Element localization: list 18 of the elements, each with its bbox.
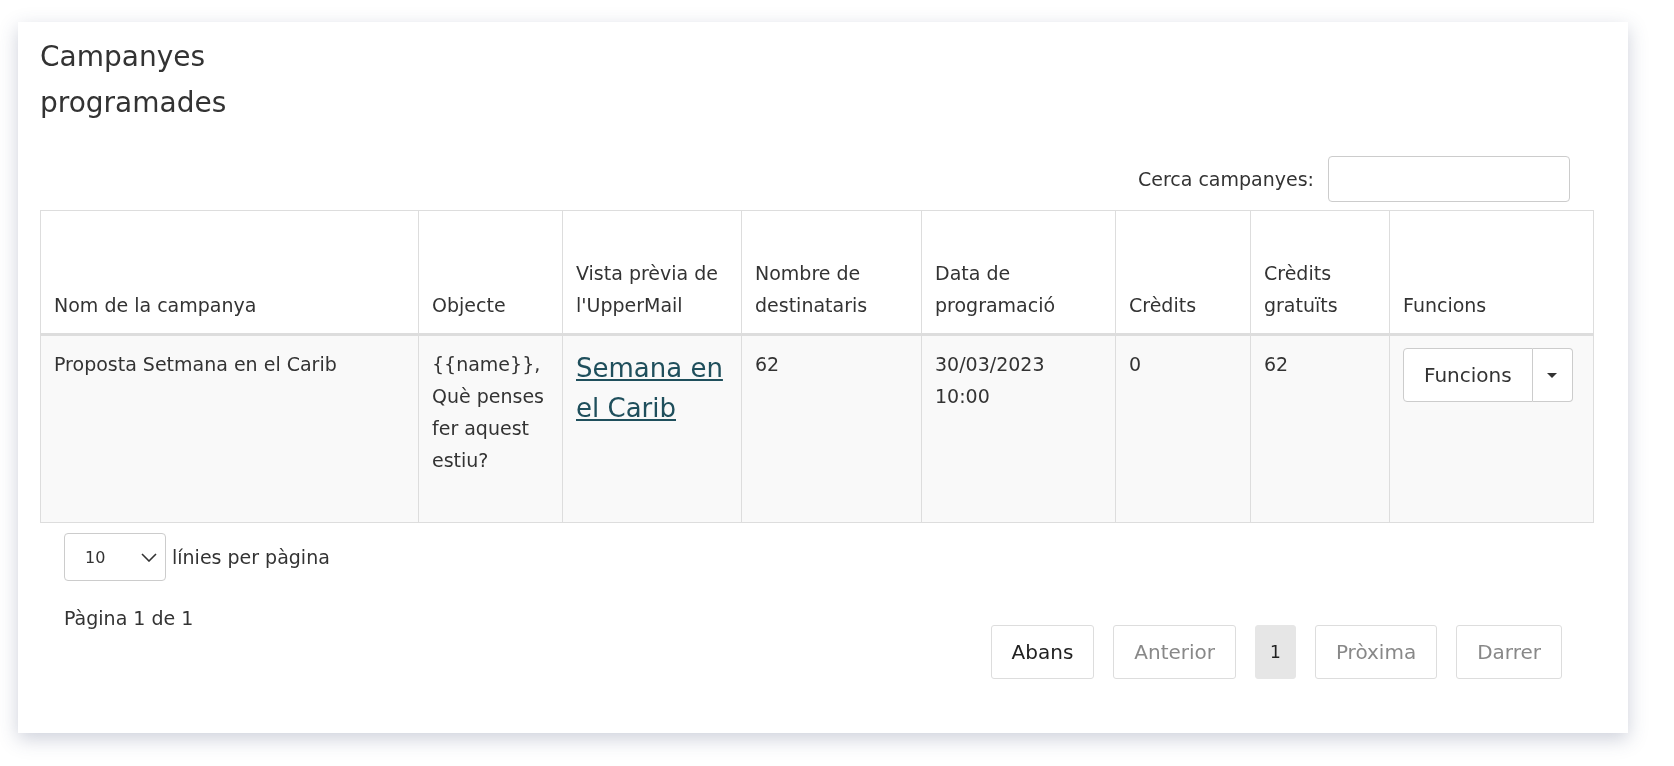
functions-button[interactable]: Funcions: [1403, 348, 1533, 402]
dropdown-toggle[interactable]: [1532, 348, 1573, 402]
caret-icon: [1547, 372, 1558, 378]
table-cell: 62: [741, 334, 922, 523]
table-cell: {{name}}, Què penses fer aquest estiu?: [418, 334, 563, 523]
table-cell: 30/03/2023 10:00: [921, 334, 1116, 523]
search-field[interactable]: [1328, 156, 1570, 202]
page-number-button[interactable]: 1: [1255, 625, 1296, 679]
table-cell: 0: [1115, 334, 1251, 523]
page-size-label: línies per pàgina: [172, 546, 330, 568]
page-title: Campanyes programades: [40, 39, 228, 121]
pagination-button[interactable]: Abans: [990, 625, 1095, 679]
table-cell: 62: [1250, 334, 1390, 523]
page-size-select[interactable]: 10: [64, 533, 166, 581]
chevron-down-icon: [141, 552, 157, 562]
table-cell: Proposta Setmana en el Carib: [40, 334, 419, 523]
page-info: Pàgina 1 de 1: [64, 607, 195, 629]
search-label: Cerca campanyes:: [1137, 168, 1314, 190]
